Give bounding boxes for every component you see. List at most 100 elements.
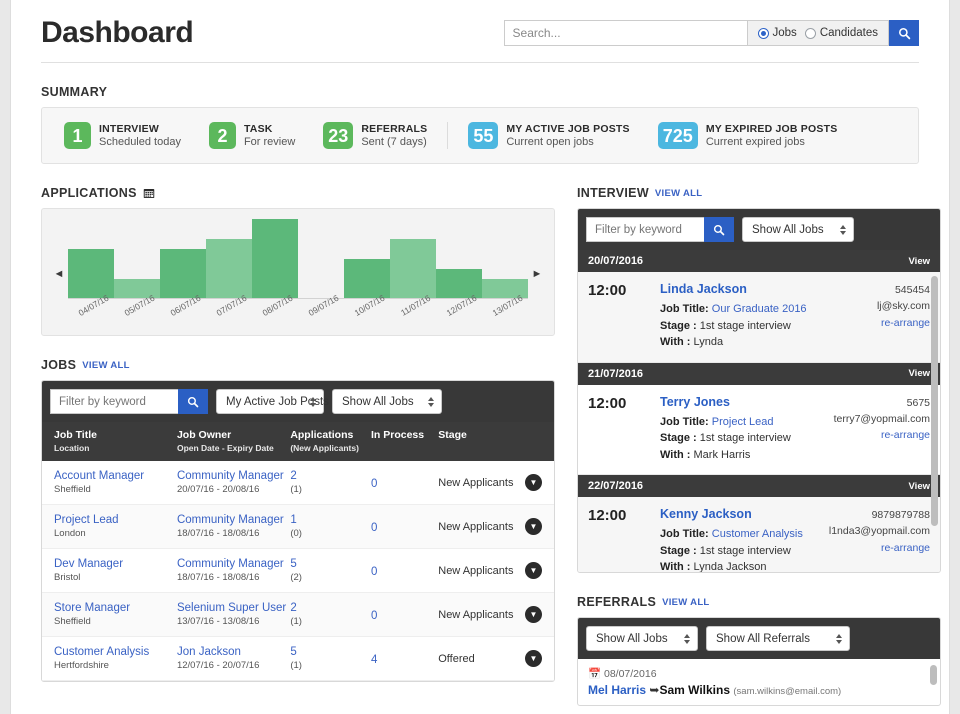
job-title-link[interactable]: Customer Analysis	[54, 646, 177, 658]
job-owner-link[interactable]: Community Manager	[177, 470, 290, 482]
referrer-name[interactable]: Mel Harris	[588, 683, 646, 697]
chevron-down-icon[interactable]: ▼	[525, 474, 542, 491]
job-dates: 18/07/16 - 18/08/16	[177, 572, 290, 583]
table-row[interactable]: Account ManagerSheffieldCommunity Manage…	[42, 461, 554, 505]
interview-view-all-link[interactable]: VIEW ALL	[655, 188, 702, 199]
chart-bar[interactable]	[68, 249, 114, 299]
summary-item[interactable]: 55MY ACTIVE JOB POSTSCurrent open jobs	[454, 122, 643, 149]
jobs-view-all-link[interactable]: VIEW ALL	[82, 360, 129, 371]
job-title-link[interactable]: Project Lead	[54, 514, 177, 526]
interview-time: 12:00	[588, 395, 660, 464]
radio-jobs[interactable]: Jobs	[758, 27, 797, 39]
chart-x-tick: 05/07/16	[114, 299, 160, 329]
chart-bar[interactable]	[160, 249, 206, 299]
job-owner-link[interactable]: Community Manager	[177, 514, 290, 526]
job-title-link[interactable]: Dev Manager	[54, 558, 177, 570]
referred-name[interactable]: Sam Wilkins	[659, 683, 730, 697]
table-row[interactable]: Customer Analysis HertfordshireJon Jackso…	[42, 637, 554, 681]
interview-scrollbar[interactable]	[931, 276, 938, 526]
job-applications-count[interactable]: 5	[290, 558, 371, 570]
interview-entry[interactable]: 12:00Terry JonesJob Title: Project LeadS…	[578, 385, 940, 476]
referrals-view-all-link[interactable]: VIEW ALL	[662, 597, 709, 608]
jobs-column-header: Stage	[438, 429, 519, 453]
chart-bar[interactable]	[436, 269, 482, 299]
radio-candidates-dot	[805, 28, 816, 39]
job-dates: 20/07/16 - 20/08/16	[177, 484, 290, 495]
job-title-link[interactable]: Account Manager	[54, 470, 177, 482]
referrals-jobs-select[interactable]: Show All Jobs	[586, 626, 698, 651]
chevron-down-icon[interactable]: ▼	[525, 518, 542, 535]
interview-candidate-name[interactable]: Linda Jackson	[660, 282, 826, 296]
chevron-down-icon[interactable]: ▼	[525, 562, 542, 579]
chart-bar[interactable]	[344, 259, 390, 299]
job-applications-count[interactable]: 1	[290, 514, 371, 526]
search-input[interactable]	[504, 20, 748, 46]
interview-job-link[interactable]: Customer Analysis	[712, 528, 803, 540]
job-in-process[interactable]: 4	[371, 654, 377, 666]
radio-candidates[interactable]: Candidates	[805, 27, 878, 39]
job-location: Hertfordshire	[54, 660, 177, 671]
summary-subtitle: Current expired jobs	[706, 136, 838, 148]
job-in-process[interactable]: 0	[371, 610, 377, 622]
job-owner-link[interactable]: Community Manager	[177, 558, 290, 570]
interview-with: Lynda Jackson	[694, 561, 767, 572]
interview-list[interactable]: 20/07/2016View12:00Linda JacksonJob Titl…	[578, 250, 940, 572]
chart-bar[interactable]	[390, 239, 436, 299]
referrals-type-select[interactable]: Show All Referrals	[706, 626, 850, 651]
list-item[interactable]: 📅 08/07/2016Mel Harris ➥Sam Wilkins (sam…	[588, 667, 930, 697]
summary-title: MY ACTIVE JOB POSTS	[506, 123, 629, 135]
chart-bar[interactable]	[206, 239, 252, 299]
job-in-process[interactable]: 0	[371, 522, 377, 534]
summary-item[interactable]: 23REFERRALSSent (7 days)	[309, 122, 441, 149]
interview-jobs-select[interactable]: Show All Jobs	[742, 217, 854, 242]
summary-title: REFERRALS	[361, 123, 427, 135]
job-owner-link[interactable]: Jon Jackson	[177, 646, 290, 658]
interview-rearrange-link[interactable]: re-arrange	[881, 542, 930, 554]
interview-rearrange-link[interactable]: re-arrange	[881, 429, 930, 441]
referrals-scrollbar[interactable]	[930, 665, 937, 685]
job-title-link[interactable]: Store Manager	[54, 602, 177, 614]
job-applications-count[interactable]: 5	[290, 646, 371, 658]
interview-job-link[interactable]: Our Graduate 2016	[712, 303, 807, 315]
interview-filter-search-button[interactable]	[704, 217, 734, 242]
chevron-updown-icon	[840, 225, 846, 235]
table-row[interactable]: Project LeadLondonCommunity Manager18/07…	[42, 505, 554, 549]
table-row[interactable]: Dev ManagerBristolCommunity Manager18/07…	[42, 549, 554, 593]
search-button[interactable]	[889, 20, 919, 46]
interview-view-link[interactable]: View	[909, 368, 930, 379]
jobs-posts-select[interactable]: My Active Job Posts	[216, 389, 324, 414]
job-in-process[interactable]: 0	[371, 478, 377, 490]
interview-filter-input[interactable]	[586, 217, 704, 242]
interview-job-link[interactable]: Project Lead	[712, 416, 774, 428]
interview-stage: 1st stage interview	[700, 432, 791, 444]
job-in-process[interactable]: 0	[371, 566, 377, 578]
jobs-filter-input[interactable]	[50, 389, 178, 414]
jobs-table-header: Job TitleLocationJob OwnerOpen Date - Ex…	[42, 422, 554, 461]
interview-candidate-name[interactable]: Kenny Jackson	[660, 507, 826, 521]
interview-entry[interactable]: 12:00Linda JacksonJob Title: Our Graduat…	[578, 272, 940, 363]
interview-candidate-name[interactable]: Terry Jones	[660, 395, 826, 409]
radio-candidates-label: Candidates	[820, 27, 878, 39]
jobs-jobs-select[interactable]: Show All Jobs	[332, 389, 442, 414]
summary-item[interactable]: 725MY EXPIRED JOB POSTSCurrent expired j…	[644, 122, 852, 149]
jobs-filter-search-button[interactable]	[178, 389, 208, 414]
chevron-down-icon[interactable]: ▼	[525, 606, 542, 623]
table-row[interactable]: Store ManagerSheffieldSelenium Super Use…	[42, 593, 554, 637]
summary-text: MY EXPIRED JOB POSTSCurrent expired jobs	[706, 123, 838, 148]
summary-item[interactable]: 2TASKFor review	[195, 122, 309, 149]
chart-prev-button[interactable]: ◄	[50, 219, 68, 329]
job-applications-count[interactable]: 2	[290, 602, 371, 614]
summary-label: SUMMARY	[41, 85, 919, 99]
job-owner-link[interactable]: Selenium Super User	[177, 602, 290, 614]
chart-next-button[interactable]: ►	[528, 219, 546, 329]
interview-entry[interactable]: 12:00Kenny JacksonJob Title: Customer An…	[578, 497, 940, 572]
interview-rearrange-link[interactable]: re-arrange	[881, 317, 930, 329]
chevron-down-icon[interactable]: ▼	[525, 650, 542, 667]
interview-view-link[interactable]: View	[909, 481, 930, 492]
page-header: Dashboard Jobs Candidates	[41, 0, 919, 63]
summary-item[interactable]: 1INTERVIEWScheduled today	[58, 122, 195, 149]
interview-view-link[interactable]: View	[909, 256, 930, 267]
chart-bar[interactable]	[252, 219, 298, 299]
summary-count-badge: 55	[468, 122, 498, 149]
job-applications-count[interactable]: 2	[290, 470, 371, 482]
